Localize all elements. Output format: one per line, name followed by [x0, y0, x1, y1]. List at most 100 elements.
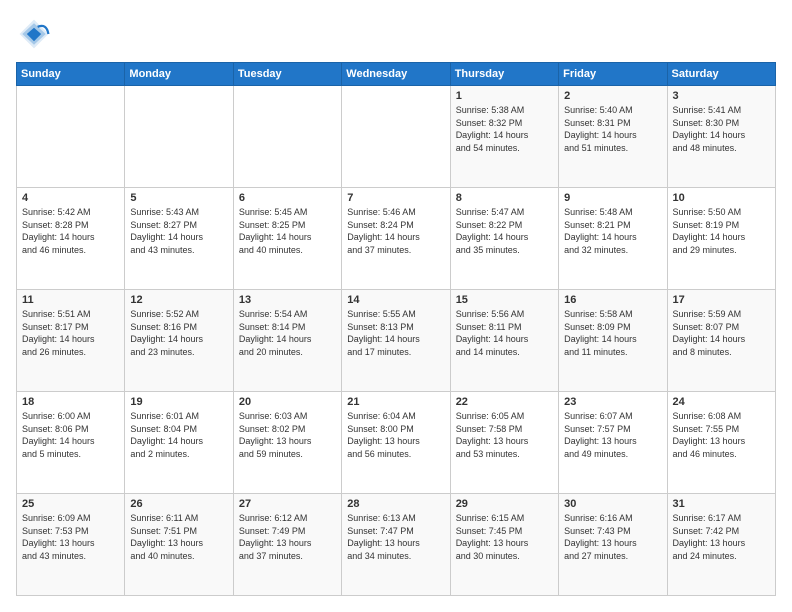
- calendar-header-sunday: Sunday: [17, 63, 125, 86]
- calendar-cell: [17, 86, 125, 188]
- calendar-header-row: SundayMondayTuesdayWednesdayThursdayFrid…: [17, 63, 776, 86]
- calendar-cell: 31Sunrise: 6:17 AMSunset: 7:42 PMDayligh…: [667, 494, 775, 596]
- calendar-cell: 28 Sunrise: 6:13 AMSunset: 7:47 PMDayligh…: [342, 494, 450, 596]
- day-info: Sunrise: 5:38 AMSunset: 8:32 PMDaylight:…: [456, 104, 553, 154]
- day-number: 17: [673, 294, 770, 306]
- day-info: Sunrise: 5:48 AMSunset: 8:21 PMDaylight:…: [564, 206, 661, 256]
- day-number: 12: [130, 294, 227, 306]
- calendar-cell: 6 Sunrise: 5:45 AMSunset: 8:25 PMDaylight…: [233, 188, 341, 290]
- calendar-header-wednesday: Wednesday: [342, 63, 450, 86]
- calendar-cell: 14Sunrise: 5:55 AMSunset: 8:13 PMDayligh…: [342, 290, 450, 392]
- day-number: 1: [456, 90, 553, 102]
- calendar-cell: 27Sunrise: 6:12 AMSunset: 7:49 PMDayligh…: [233, 494, 341, 596]
- day-info: Sunrise: 5:54 AMSunset: 8:14 PMDaylight:…: [239, 308, 336, 358]
- day-info: Sunrise: 5:58 AMSunset: 8:09 PMDaylight:…: [564, 308, 661, 358]
- calendar-cell: [342, 86, 450, 188]
- day-number: 20: [239, 396, 336, 408]
- day-info: Sunrise: 6:09 AMSunset: 7:53 PMDaylight:…: [22, 512, 119, 562]
- calendar-cell: 11 Sunrise: 5:51 AMSunset: 8:17 PMDayligh…: [17, 290, 125, 392]
- calendar-cell: 2 Sunrise: 5:40 AMSunset: 8:31 PMDaylight…: [559, 86, 667, 188]
- calendar-header-thursday: Thursday: [450, 63, 558, 86]
- day-info: Sunrise: 5:40 AMSunset: 8:31 PMDaylight:…: [564, 104, 661, 154]
- day-info: Sunrise: 6:11 AMSunset: 7:51 PMDaylight:…: [130, 512, 227, 562]
- day-info: Sunrise: 6:01 AMSunset: 8:04 PMDaylight:…: [130, 410, 227, 460]
- day-number: 22: [456, 396, 553, 408]
- calendar-cell: 23Sunrise: 6:07 AMSunset: 7:57 PMDayligh…: [559, 392, 667, 494]
- day-number: 6: [239, 192, 336, 204]
- day-number: 30: [564, 498, 661, 510]
- day-info: Sunrise: 6:04 AMSunset: 8:00 PMDaylight:…: [347, 410, 444, 460]
- calendar-week-5: 25 Sunrise: 6:09 AMSunset: 7:53 PMDayligh…: [17, 494, 776, 596]
- calendar-week-1: 1 Sunrise: 5:38 AMSunset: 8:32 PMDaylight…: [17, 86, 776, 188]
- calendar-cell: [233, 86, 341, 188]
- calendar-header-tuesday: Tuesday: [233, 63, 341, 86]
- day-number: 31: [673, 498, 770, 510]
- day-info: Sunrise: 6:08 AMSunset: 7:55 PMDaylight:…: [673, 410, 770, 460]
- logo: [16, 16, 58, 52]
- day-number: 28: [347, 498, 444, 510]
- calendar-cell: 18 Sunrise: 6:00 AMSunset: 8:06 PMDayligh…: [17, 392, 125, 494]
- day-number: 2: [564, 90, 661, 102]
- day-number: 18: [22, 396, 119, 408]
- day-info: Sunrise: 5:59 AMSunset: 8:07 PMDaylight:…: [673, 308, 770, 358]
- calendar-cell: 22 Sunrise: 6:05 AMSunset: 7:58 PMDayligh…: [450, 392, 558, 494]
- calendar-cell: [125, 86, 233, 188]
- calendar-cell: 7 Sunrise: 5:46 AMSunset: 8:24 PMDaylight…: [342, 188, 450, 290]
- day-info: Sunrise: 5:51 AMSunset: 8:17 PMDaylight:…: [22, 308, 119, 358]
- day-number: 8: [456, 192, 553, 204]
- day-info: Sunrise: 6:03 AMSunset: 8:02 PMDaylight:…: [239, 410, 336, 460]
- day-info: Sunrise: 5:45 AMSunset: 8:25 PMDaylight:…: [239, 206, 336, 256]
- calendar-cell: 25 Sunrise: 6:09 AMSunset: 7:53 PMDayligh…: [17, 494, 125, 596]
- day-number: 27: [239, 498, 336, 510]
- day-info: Sunrise: 6:00 AMSunset: 8:06 PMDaylight:…: [22, 410, 119, 460]
- calendar-cell: 29 Sunrise: 6:15 AMSunset: 7:45 PMDayligh…: [450, 494, 558, 596]
- day-number: 15: [456, 294, 553, 306]
- day-number: 29: [456, 498, 553, 510]
- day-info: Sunrise: 5:43 AMSunset: 8:27 PMDaylight:…: [130, 206, 227, 256]
- day-number: 16: [564, 294, 661, 306]
- calendar-cell: 1 Sunrise: 5:38 AMSunset: 8:32 PMDaylight…: [450, 86, 558, 188]
- day-info: Sunrise: 5:55 AMSunset: 8:13 PMDaylight:…: [347, 308, 444, 358]
- logo-icon: [16, 16, 52, 52]
- day-number: 11: [22, 294, 119, 306]
- day-number: 24: [673, 396, 770, 408]
- day-number: 7: [347, 192, 444, 204]
- calendar-cell: 16 Sunrise: 5:58 AMSunset: 8:09 PMDayligh…: [559, 290, 667, 392]
- day-info: Sunrise: 5:46 AMSunset: 8:24 PMDaylight:…: [347, 206, 444, 256]
- calendar-cell: 9 Sunrise: 5:48 AMSunset: 8:21 PMDaylight…: [559, 188, 667, 290]
- calendar-cell: 30 Sunrise: 6:16 AMSunset: 7:43 PMDayligh…: [559, 494, 667, 596]
- day-number: 19: [130, 396, 227, 408]
- calendar-cell: 5 Sunrise: 5:43 AMSunset: 8:27 PMDaylight…: [125, 188, 233, 290]
- day-number: 10: [673, 192, 770, 204]
- calendar-week-2: 4Sunrise: 5:42 AMSunset: 8:28 PMDaylight…: [17, 188, 776, 290]
- day-info: Sunrise: 5:52 AMSunset: 8:16 PMDaylight:…: [130, 308, 227, 358]
- page: SundayMondayTuesdayWednesdayThursdayFrid…: [0, 0, 792, 612]
- day-number: 9: [564, 192, 661, 204]
- day-info: Sunrise: 5:41 AMSunset: 8:30 PMDaylight:…: [673, 104, 770, 154]
- day-info: Sunrise: 6:15 AMSunset: 7:45 PMDaylight:…: [456, 512, 553, 562]
- day-number: 25: [22, 498, 119, 510]
- calendar-header-friday: Friday: [559, 63, 667, 86]
- calendar-header-saturday: Saturday: [667, 63, 775, 86]
- calendar-week-3: 11 Sunrise: 5:51 AMSunset: 8:17 PMDayligh…: [17, 290, 776, 392]
- day-info: Sunrise: 6:05 AMSunset: 7:58 PMDaylight:…: [456, 410, 553, 460]
- calendar-cell: 19 Sunrise: 6:01 AMSunset: 8:04 PMDayligh…: [125, 392, 233, 494]
- calendar-cell: 12 Sunrise: 5:52 AMSunset: 8:16 PMDayligh…: [125, 290, 233, 392]
- calendar-cell: 4Sunrise: 5:42 AMSunset: 8:28 PMDaylight…: [17, 188, 125, 290]
- calendar-cell: 26Sunrise: 6:11 AMSunset: 7:51 PMDayligh…: [125, 494, 233, 596]
- day-info: Sunrise: 5:42 AMSunset: 8:28 PMDaylight:…: [22, 206, 119, 256]
- calendar-cell: 10 Sunrise: 5:50 AMSunset: 8:19 PMDayligh…: [667, 188, 775, 290]
- calendar-table: SundayMondayTuesdayWednesdayThursdayFrid…: [16, 62, 776, 596]
- day-info: Sunrise: 6:13 AMSunset: 7:47 PMDaylight:…: [347, 512, 444, 562]
- calendar-cell: 15 Sunrise: 5:56 AMSunset: 8:11 PMDayligh…: [450, 290, 558, 392]
- day-info: Sunrise: 5:47 AMSunset: 8:22 PMDaylight:…: [456, 206, 553, 256]
- calendar-cell: 3Sunrise: 5:41 AMSunset: 8:30 PMDaylight…: [667, 86, 775, 188]
- day-number: 5: [130, 192, 227, 204]
- day-number: 23: [564, 396, 661, 408]
- day-info: Sunrise: 5:56 AMSunset: 8:11 PMDaylight:…: [456, 308, 553, 358]
- header: [16, 16, 776, 52]
- calendar-cell: 13 Sunrise: 5:54 AMSunset: 8:14 PMDayligh…: [233, 290, 341, 392]
- day-info: Sunrise: 5:50 AMSunset: 8:19 PMDaylight:…: [673, 206, 770, 256]
- day-info: Sunrise: 6:16 AMSunset: 7:43 PMDaylight:…: [564, 512, 661, 562]
- day-number: 13: [239, 294, 336, 306]
